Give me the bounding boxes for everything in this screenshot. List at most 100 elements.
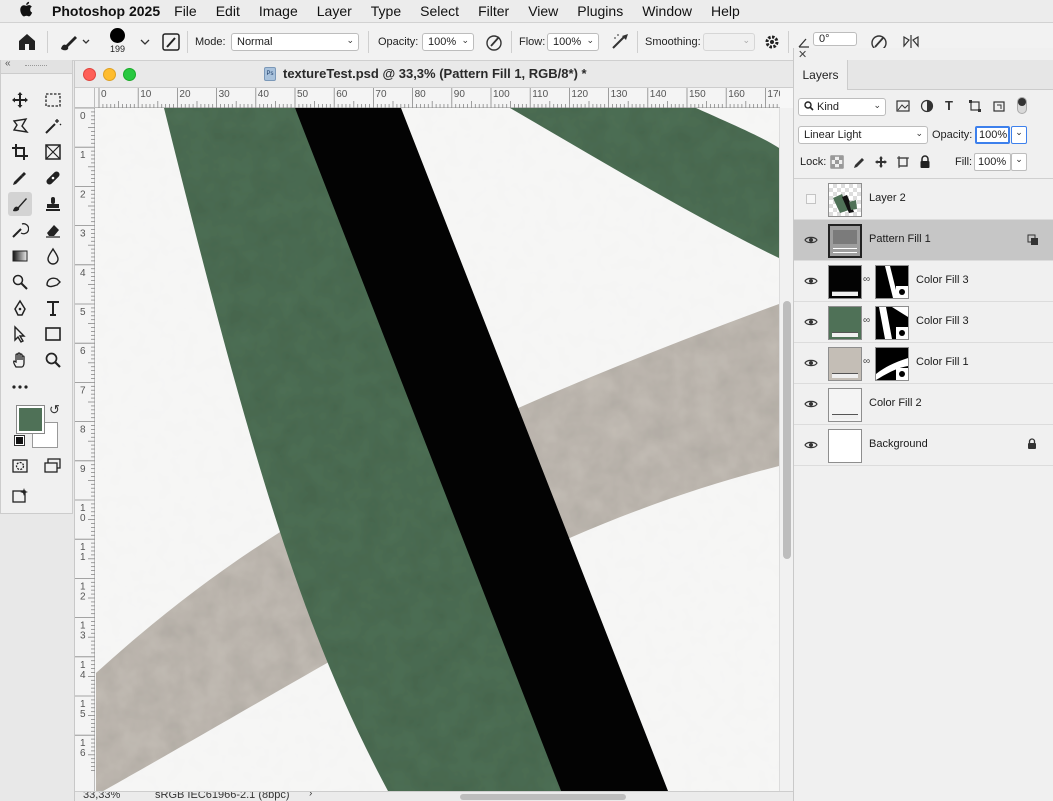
- default-colors-icon[interactable]: [14, 435, 25, 446]
- link-icon[interactable]: ∞: [863, 315, 870, 326]
- generative-fill-icon[interactable]: [8, 484, 32, 508]
- menu-layer[interactable]: Layer: [317, 3, 352, 19]
- foreground-color-swatch[interactable]: [16, 405, 45, 434]
- menu-window[interactable]: Window: [642, 3, 692, 19]
- rectangle-tool-icon[interactable]: [41, 322, 65, 346]
- type-tool-icon[interactable]: [41, 296, 65, 320]
- brush-settings-icon[interactable]: [161, 23, 181, 61]
- smudge-tool-icon[interactable]: [41, 270, 65, 294]
- chevron-right-icon[interactable]: ›: [309, 792, 312, 799]
- scrollbar-thumb[interactable]: [783, 301, 791, 559]
- path-selection-tool-icon[interactable]: [8, 322, 32, 346]
- filter-adjustment-icon[interactable]: [920, 99, 934, 116]
- vertical-scrollbar[interactable]: [779, 108, 794, 791]
- marquee-tool-icon[interactable]: [41, 88, 65, 112]
- chevron-down-icon[interactable]: [140, 23, 150, 61]
- document-canvas[interactable]: [96, 108, 779, 791]
- minimize-window-button[interactable]: [103, 68, 116, 81]
- menu-filter[interactable]: Filter: [478, 3, 509, 19]
- move-tool-icon[interactable]: [8, 88, 32, 112]
- blur-tool-icon[interactable]: [41, 244, 65, 268]
- layer-name[interactable]: Color Fill 3: [916, 274, 969, 286]
- link-icon[interactable]: ∞: [863, 356, 870, 367]
- angle-field[interactable]: 0°: [813, 32, 857, 46]
- menu-edit[interactable]: Edit: [216, 3, 240, 19]
- brush-tool-preset-icon[interactable]: [57, 23, 91, 61]
- layer-row-color-fill-3-black[interactable]: ∞ Color Fill 3: [794, 261, 1053, 302]
- link-icon[interactable]: ∞: [863, 274, 870, 285]
- blend-mode-dropdown[interactable]: Linear Light ⌄: [798, 126, 928, 144]
- flow-field[interactable]: 100% ⌄: [547, 33, 599, 51]
- zoom-window-button[interactable]: [123, 68, 136, 81]
- lock-transparency-icon[interactable]: [830, 155, 844, 172]
- eyedropper-tool-icon[interactable]: [8, 166, 32, 190]
- hand-tool-icon[interactable]: [8, 348, 32, 372]
- more-tools-icon[interactable]: [8, 374, 32, 398]
- frame-tool-icon[interactable]: [41, 140, 65, 164]
- horizontal-ruler[interactable]: 0 10 20 30 40 50 60 70 80 90 100 110 120 130 140 150 160…: [95, 88, 785, 108]
- clone-stamp-tool-icon[interactable]: [41, 192, 65, 216]
- layer-row-background[interactable]: Background: [794, 425, 1053, 466]
- menu-view[interactable]: View: [528, 3, 558, 19]
- pressure-opacity-icon[interactable]: [484, 23, 504, 61]
- brush-tool-icon[interactable]: [8, 192, 32, 216]
- color-profile[interactable]: sRGB IEC61966-2.1 (8bpc): [155, 792, 290, 801]
- eye-icon[interactable]: [803, 397, 819, 411]
- airbrush-icon[interactable]: [610, 23, 632, 61]
- opacity-field[interactable]: 100% ⌄: [422, 33, 474, 51]
- close-window-button[interactable]: [83, 68, 96, 81]
- layer-name[interactable]: Color Fill 2: [869, 397, 922, 409]
- lock-all-icon[interactable]: [919, 155, 931, 172]
- lasso-tool-icon[interactable]: [8, 114, 32, 138]
- layer-row-color-fill-2[interactable]: Color Fill 2: [794, 384, 1053, 425]
- gear-icon[interactable]: [763, 23, 781, 61]
- fill-field[interactable]: 100%: [974, 153, 1011, 171]
- gradient-tool-icon[interactable]: [8, 244, 32, 268]
- eye-icon[interactable]: [803, 438, 819, 452]
- grip-icon[interactable]: [25, 65, 47, 66]
- apple-icon[interactable]: [0, 1, 52, 22]
- layer-row-pattern-fill-1[interactable]: Pattern Fill 1: [794, 220, 1053, 261]
- vertical-ruler[interactable]: 012345678910111213141516: [75, 107, 95, 791]
- fill-dropdown-button[interactable]: ⌄: [1011, 153, 1027, 171]
- layer-row-color-fill-3-green[interactable]: ∞ Color Fill 3: [794, 302, 1053, 343]
- brush-size-picker[interactable]: 199: [110, 23, 125, 61]
- opacity-dropdown-button[interactable]: ⌄: [1011, 126, 1027, 144]
- collapse-icon[interactable]: «: [5, 58, 11, 69]
- swap-colors-icon[interactable]: ↺: [49, 402, 60, 418]
- menu-help[interactable]: Help: [711, 3, 740, 19]
- history-brush-tool-icon[interactable]: [8, 218, 32, 242]
- eye-icon[interactable]: [803, 274, 819, 288]
- healing-brush-tool-icon[interactable]: [41, 166, 65, 190]
- quick-mask-icon[interactable]: [8, 454, 32, 478]
- ruler-origin[interactable]: [75, 88, 95, 108]
- layer-name[interactable]: Layer 2: [869, 192, 906, 204]
- horizontal-scrollbar-thumb[interactable]: [460, 794, 626, 800]
- filter-kind-dropdown[interactable]: Kind ⌄: [798, 98, 886, 116]
- filter-shape-icon[interactable]: [968, 99, 982, 116]
- filter-pixel-icon[interactable]: [896, 99, 910, 116]
- layers-tab[interactable]: Layers: [794, 60, 848, 90]
- app-name[interactable]: Photoshop 2025: [52, 3, 160, 19]
- smoothing-field[interactable]: ⌄: [703, 33, 755, 51]
- layer-name[interactable]: Color Fill 1: [916, 356, 969, 368]
- filter-smart-object-icon[interactable]: [992, 99, 1006, 116]
- eye-icon[interactable]: [803, 356, 819, 370]
- magic-wand-tool-icon[interactable]: [41, 114, 65, 138]
- menu-file[interactable]: File: [174, 3, 197, 19]
- screen-mode-icon[interactable]: [41, 454, 65, 478]
- filter-type-icon[interactable]: T: [945, 98, 953, 113]
- layer-name[interactable]: Background: [869, 438, 928, 450]
- filter-toggle[interactable]: [1017, 97, 1027, 114]
- layer-name[interactable]: Color Fill 3: [916, 315, 969, 327]
- dodge-tool-icon[interactable]: [8, 270, 32, 294]
- crop-tool-icon[interactable]: [8, 140, 32, 164]
- eraser-tool-icon[interactable]: [41, 218, 65, 242]
- layer-row-layer-2[interactable]: Layer 2: [794, 179, 1053, 220]
- document-title-bar[interactable]: Ps textureTest.psd @ 33,3% (Pattern Fill…: [75, 61, 794, 88]
- lock-position-icon[interactable]: [874, 155, 888, 172]
- zoom-tool-icon[interactable]: [41, 348, 65, 372]
- menu-plugins[interactable]: Plugins: [577, 3, 623, 19]
- layer-name[interactable]: Pattern Fill 1: [869, 233, 931, 245]
- layer-row-color-fill-1[interactable]: ∞ Color Fill 1: [794, 343, 1053, 384]
